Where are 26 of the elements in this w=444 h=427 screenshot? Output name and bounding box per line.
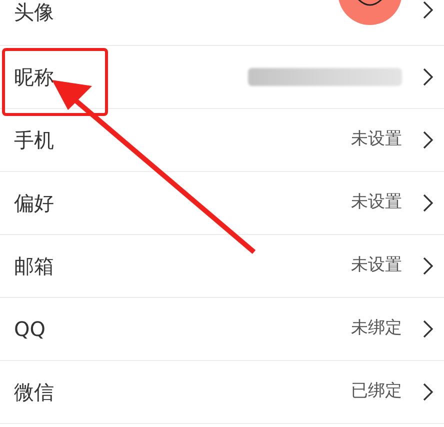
chevron-right-icon <box>422 0 434 20</box>
row-value: 未绑定 <box>351 317 402 340</box>
row-label: 微信 <box>14 380 54 404</box>
avatar-icon <box>338 0 402 25</box>
settings-row[interactable]: QQ 未绑定 <box>0 298 444 361</box>
chevron-right-icon <box>422 67 434 87</box>
chevron-right-icon <box>422 382 434 402</box>
row-label: 头像 <box>14 0 54 24</box>
settings-row[interactable]: 微信 已绑定 <box>0 361 444 424</box>
row-label: 偏好 <box>14 191 54 215</box>
chevron-right-icon <box>422 256 434 276</box>
row-label: 邮箱 <box>14 254 54 278</box>
settings-row[interactable]: 头像 <box>0 0 444 46</box>
chevron-right-icon <box>422 130 434 150</box>
row-label: 昵称 <box>14 65 54 89</box>
row-value: 未设置 <box>351 128 402 152</box>
chevron-right-icon <box>422 193 434 213</box>
chevron-right-icon <box>422 319 434 339</box>
settings-row[interactable]: 偏好 未设置 <box>0 172 444 235</box>
row-value: 未设置 <box>351 254 402 278</box>
settings-row[interactable]: 邮箱 未设置 <box>0 235 444 298</box>
settings-row[interactable]: 手机 未设置 <box>0 109 444 172</box>
row-value: 已绑定 <box>351 380 402 404</box>
row-value: 未设置 <box>351 191 402 214</box>
row-label: QQ <box>14 317 46 341</box>
row-label: 手机 <box>14 128 54 152</box>
